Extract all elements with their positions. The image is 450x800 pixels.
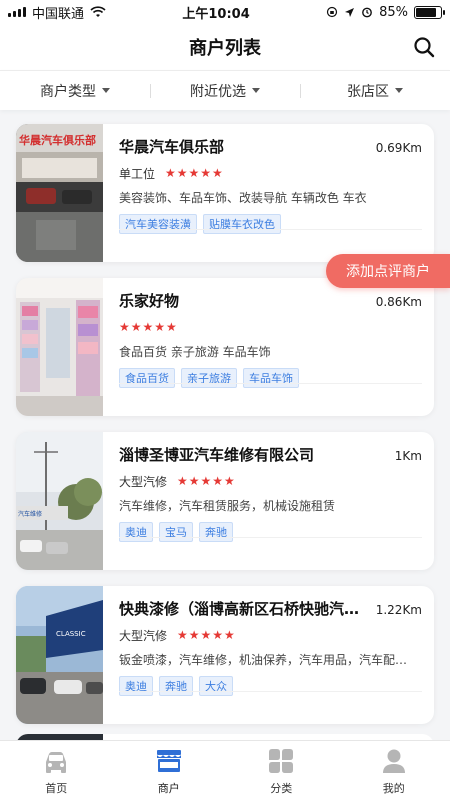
street-photo-icon: 汽车维修	[16, 432, 103, 570]
caret-down-icon	[252, 88, 260, 93]
rotation-lock-icon	[326, 6, 338, 18]
filter-bar: 商户类型 附近优选 张店区	[0, 70, 450, 110]
merchant-name: 乐家好物	[119, 292, 180, 310]
merchant-tags: 奥迪 奔驰 大众	[119, 676, 422, 696]
battery-fill	[416, 7, 437, 17]
divider	[119, 229, 422, 230]
tab-bar: 首页 商户 分类 我的	[0, 740, 450, 800]
tag: 汽车美容装潢	[119, 214, 197, 234]
filter-label: 张店区	[347, 83, 389, 100]
merchant-distance: 1Km	[394, 449, 422, 463]
merchant-card[interactable]: 乐家好物 0.86Km ★★★★★ 食品百货 亲子旅游 车品车饰 食品百货 亲子…	[16, 278, 434, 416]
car-icon	[46, 751, 67, 773]
shop-interior-photo-icon	[16, 278, 103, 416]
merchant-description: 食品百货 亲子旅游 车品车饰	[119, 345, 271, 359]
star-rating: ★★★★★	[177, 474, 236, 488]
location-icon	[345, 7, 355, 17]
merchant-photo	[16, 278, 103, 416]
battery-percent: 85%	[379, 4, 408, 20]
search-icon[interactable]	[412, 35, 436, 59]
merchant-name: 淄博圣博亚汽车维修有限公司	[119, 446, 315, 464]
merchant-type: 大型汽修	[119, 628, 168, 643]
carrier-label: 中国联通	[32, 6, 85, 22]
tag: 大众	[199, 676, 233, 696]
merchant-card[interactable]: CLASSIC 快典漆修（淄博高新区石桥快驰汽车服务中心） 1.22Km 大型汽…	[16, 586, 434, 724]
tag: 亲子旅游	[181, 368, 237, 388]
divider	[119, 537, 422, 538]
merchant-type: 单工位	[119, 166, 156, 181]
merchant-description: 汽车维修，汽车租赁服务，机械设施租赁	[119, 499, 336, 513]
signal-icon	[8, 7, 26, 17]
merchant-tags: 汽车美容装潢 贴膜车衣改色	[119, 214, 422, 234]
filter-merchant-type[interactable]: 商户类型	[0, 71, 150, 110]
merchant-list: 华晨汽车俱乐部 华晨汽车俱乐部 0.69Km 单工位 ★★★★★ 美容装饰、车品…	[16, 124, 434, 740]
star-rating: ★★★★★	[119, 320, 178, 334]
merchant-description: 钣金喷漆，汽车维修，机油保养，汽车用品，汽车配件，汽车美容	[119, 653, 419, 667]
tab-label: 我的	[382, 781, 405, 795]
status-left: 中国联通	[8, 3, 106, 22]
user-icon	[382, 749, 405, 773]
merchant-info: 快典漆修（淄博高新区石桥快驰汽车服务中心） 1.22Km 大型汽修 ★★★★★ …	[103, 586, 434, 724]
add-review-merchant-button[interactable]: 添加点评商户	[326, 254, 450, 288]
category-icon	[269, 748, 294, 773]
alarm-icon	[362, 7, 372, 18]
merchant-tags: 食品百货 亲子旅游 车品车饰	[119, 368, 422, 388]
wifi-icon	[90, 6, 106, 17]
svg-text:汽车维修: 汽车维修	[18, 510, 42, 518]
caret-down-icon	[102, 88, 110, 93]
merchant-card[interactable]: 汽车维修 淄博圣博亚汽车维修有限公司 1Km 大型汽修 ★★★★★ 汽车维修，汽…	[16, 432, 434, 570]
status-bar: 中国联通 上午10:04 85%	[0, 0, 450, 24]
storefront-photo-icon: 华晨汽车俱乐部	[16, 124, 103, 262]
merchant-name: 快典漆修（淄博高新区石桥快驰汽车服务中心）	[119, 600, 364, 618]
star-rating: ★★★★★	[177, 628, 236, 642]
tag: 车品车饰	[243, 368, 299, 388]
divider	[119, 383, 422, 384]
tag: 奥迪	[119, 676, 153, 696]
filter-label: 商户类型	[40, 83, 96, 100]
caret-down-icon	[395, 88, 403, 93]
tag: 宝马	[159, 522, 193, 542]
merchant-description: 美容装饰、车品车饰、改装导航 车辆改色 车衣	[119, 191, 367, 205]
svg-text:CLASSIC: CLASSIC	[56, 630, 86, 638]
merchant-info: 乐家好物 0.86Km ★★★★★ 食品百货 亲子旅游 车品车饰 食品百货 亲子…	[103, 278, 434, 416]
tab-home[interactable]: 首页	[0, 741, 113, 800]
shop-icon	[156, 749, 181, 772]
merchant-info: 华晨汽车俱乐部 0.69Km 单工位 ★★★★★ 美容装饰、车品车饰、改装导航 …	[103, 124, 434, 262]
merchant-name: 华晨汽车俱乐部	[119, 138, 225, 156]
filter-nearby[interactable]: 附近优选	[150, 71, 300, 110]
tab-label: 分类	[270, 781, 293, 795]
tag: 奔驰	[159, 676, 193, 696]
tag: 贴膜车衣改色	[203, 214, 281, 234]
divider	[119, 691, 422, 692]
status-right: 85%	[326, 4, 445, 20]
filter-label: 附近优选	[190, 83, 246, 100]
auto-shop-photo-icon: CLASSIC	[16, 586, 103, 724]
tab-categories[interactable]: 分类	[225, 741, 338, 800]
tab-label: 商户	[157, 781, 180, 795]
merchant-info: 淄博圣博亚汽车维修有限公司 1Km 大型汽修 ★★★★★ 汽车维修，汽车租赁服务…	[103, 432, 434, 570]
page-title: 商户列表	[189, 38, 261, 59]
merchant-photo: CLASSIC	[16, 586, 103, 724]
tab-profile[interactable]: 我的	[338, 741, 450, 800]
tag: 奔驰	[199, 522, 233, 542]
battery-icon	[414, 5, 445, 19]
merchant-photo: 华晨汽车俱乐部	[16, 124, 103, 262]
merchant-tags: 奥迪 宝马 奔驰	[119, 522, 422, 542]
merchant-distance: 0.69Km	[375, 141, 422, 155]
merchant-type: 大型汽修	[119, 474, 168, 489]
filter-district[interactable]: 张店区	[300, 71, 450, 110]
svg-text:华晨汽车俱乐部: 华晨汽车俱乐部	[19, 133, 96, 147]
merchant-distance: 0.86Km	[375, 295, 422, 309]
tab-merchants[interactable]: 商户	[113, 741, 226, 800]
tag: 奥迪	[119, 522, 153, 542]
star-rating: ★★★★★	[165, 166, 224, 180]
title-bar: 商户列表	[0, 24, 450, 70]
merchant-distance: 1.22Km	[375, 603, 422, 617]
clock: 上午10:04	[182, 6, 250, 22]
merchant-photo: 汽车维修	[16, 432, 103, 570]
tab-label: 首页	[45, 781, 68, 795]
merchant-card[interactable]: 华晨汽车俱乐部 华晨汽车俱乐部 0.69Km 单工位 ★★★★★ 美容装饰、车品…	[16, 124, 434, 262]
tag: 食品百货	[119, 368, 175, 388]
